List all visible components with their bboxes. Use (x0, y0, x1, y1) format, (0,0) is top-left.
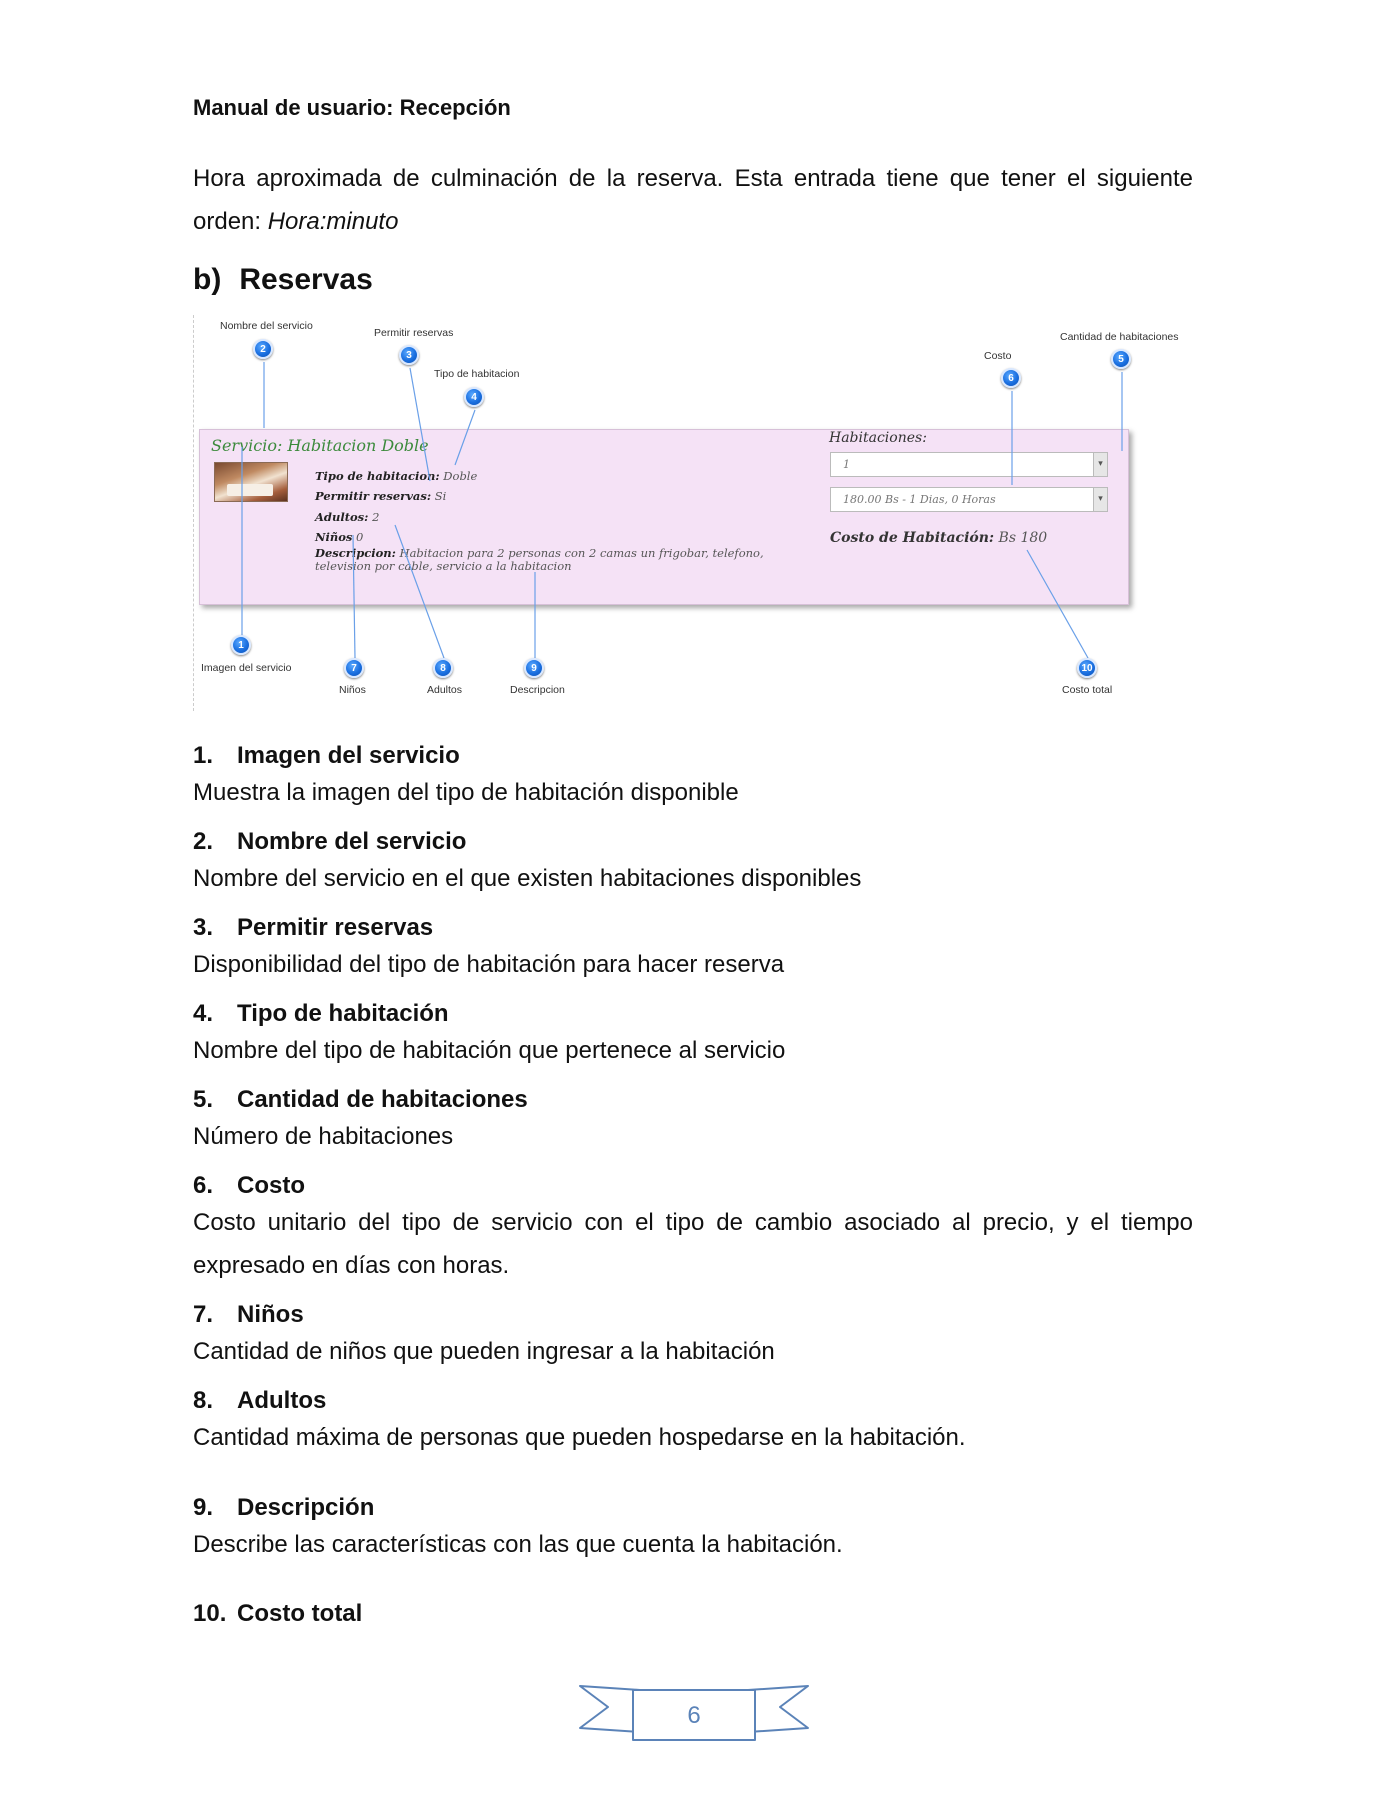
callout-label-3: Permitir reservas (374, 327, 454, 339)
callout-label-5: Cantidad de habitaciones (1060, 331, 1179, 343)
definition-body: Muestra la imagen del tipo de habitación… (193, 779, 739, 806)
definition-body: Describe las características con las que… (193, 1531, 843, 1558)
definition-item: 6. Costo Costo unitario del tipo de servic… (193, 1172, 1193, 1287)
definition-title-text: Adultos (237, 1387, 327, 1414)
definition-item: 2. Nombre del servicio Nombre del servicio… (193, 828, 1193, 900)
definition-title: 9. Descripción (193, 1494, 1193, 1522)
definition-title-text: Niños (237, 1301, 304, 1328)
callout-leader-lines (241, 362, 1123, 659)
definition-title-text: Nombre del servicio (237, 828, 467, 855)
definition-number: 9. (193, 1494, 214, 1521)
definition-title: 4. Tipo de habitación (193, 1000, 1193, 1028)
callout-label-7: Niños (339, 684, 366, 696)
callout-badge-9: 9 (524, 658, 544, 678)
callout-badge-6: 6 (1001, 368, 1021, 388)
definition-body: Nombre del servicio en el que existen ha… (193, 865, 862, 892)
definition-body: Número de habitaciones (193, 1123, 454, 1150)
callout-line-8 (394, 524, 445, 659)
definition-body: Cantidad de niños que pueden ingresar a … (193, 1338, 775, 1365)
document-header: Manual de usuario: Recepción (193, 95, 511, 120)
definition-title: 8. Adultos (193, 1387, 1193, 1415)
callout-line-7 (352, 534, 356, 659)
callout-line-10 (1026, 549, 1089, 659)
callout-label-6: Costo (984, 350, 1012, 362)
definition-number: 8. (193, 1387, 214, 1414)
definition-title-text: Costo total (237, 1600, 363, 1627)
definition-number: 2. (193, 828, 214, 855)
callout-badge-2: 2 (253, 339, 273, 359)
definition-number: 3. (193, 914, 214, 941)
definition-body: Costo unitario del tipo de servicio con … (193, 1209, 1193, 1279)
definition-item: 5. Cantidad de habitaciones Número de habi… (193, 1086, 1193, 1158)
callout-badge-10: 10 (1077, 658, 1097, 678)
definition-title: 5. Cantidad de habitaciones (193, 1086, 1193, 1114)
callout-label-9: Descripcion (510, 684, 565, 696)
definition-body: Cantidad máxima de personas que pueden h… (193, 1424, 966, 1451)
definition-title: 7. Niños (193, 1301, 1193, 1329)
callout-badge-5: 5 (1111, 349, 1131, 369)
section-letter: b) (193, 263, 222, 296)
callout-label-8: Adultos (427, 684, 463, 696)
callout-label-4: Tipo de habitacion (434, 368, 520, 380)
callout-badge-4: 4 (464, 387, 484, 407)
definition-title: 6. Costo (193, 1172, 1193, 1200)
definition-number: 10. (193, 1600, 227, 1627)
definition-item: 8. Adultos Cantidad máxima de personas que… (193, 1387, 1193, 1459)
callout-line-3 (409, 367, 431, 482)
definition-number: 6. (193, 1172, 214, 1199)
definition-title-text: Costo (237, 1172, 305, 1199)
intro-paragraph: Hora aproximada de culminación de la res… (193, 157, 1193, 243)
callout-badge-8: 8 (433, 658, 453, 678)
callout-label-10: Costo total (1062, 684, 1113, 696)
definition-title: 2. Nombre del servicio (193, 828, 1193, 856)
section-title: b) Reservas (193, 263, 373, 297)
callout-label-2: Nombre del servicio (220, 320, 313, 332)
intro-format: Hora:minuto (267, 208, 399, 235)
definition-body: Nombre del tipo de habitación que perten… (193, 1037, 786, 1064)
callout-badge-1: 1 (231, 635, 251, 655)
definition-title-text: Permitir reservas (237, 914, 434, 941)
definition-item: 3. Permitir reservas Disponibilidad del ti… (193, 914, 1193, 986)
definition-title: 1. Imagen del servicio (193, 742, 1193, 770)
definition-item: 7. Niños Cantidad de niños que pueden ingr… (193, 1301, 1193, 1373)
definition-body: Disponibilidad del tipo de habitación pa… (193, 951, 785, 978)
callout-line-4 (454, 409, 476, 466)
definition-item: 4. Tipo de habitación Nombre del tipo de h… (193, 1000, 1193, 1072)
definition-item: 1. Imagen del servicio Muestra la imagen d… (193, 742, 1193, 814)
definition-title-text: Cantidad de habitaciones (237, 1086, 528, 1113)
definition-title-text: Imagen del servicio (237, 742, 460, 769)
callout-badge-7: 7 (344, 658, 364, 678)
definition-title-text: Tipo de habitación (237, 1000, 449, 1027)
definition-number: 7. (193, 1301, 214, 1328)
definition-number: 4. (193, 1000, 214, 1027)
section-title-text: Reservas (239, 263, 373, 296)
annotated-screenshot: Servicio: Habitacion Doble Tipo de habit… (193, 315, 1193, 715)
definition-number: 5. (193, 1086, 214, 1113)
callout-label-1: Imagen del servicio (201, 662, 292, 674)
page-number: 6 (687, 1702, 701, 1729)
definition-title-text: Descripción (237, 1494, 375, 1521)
callout-badge-3: 3 (399, 345, 419, 365)
definition-title: 10. Costo total (193, 1600, 1193, 1628)
definition-title: 3. Permitir reservas (193, 914, 1193, 942)
definition-item: 9. Descripción Describe las característica… (193, 1494, 1193, 1566)
definition-item: 10. Costo total (193, 1600, 1193, 1628)
definition-number: 1. (193, 742, 214, 769)
